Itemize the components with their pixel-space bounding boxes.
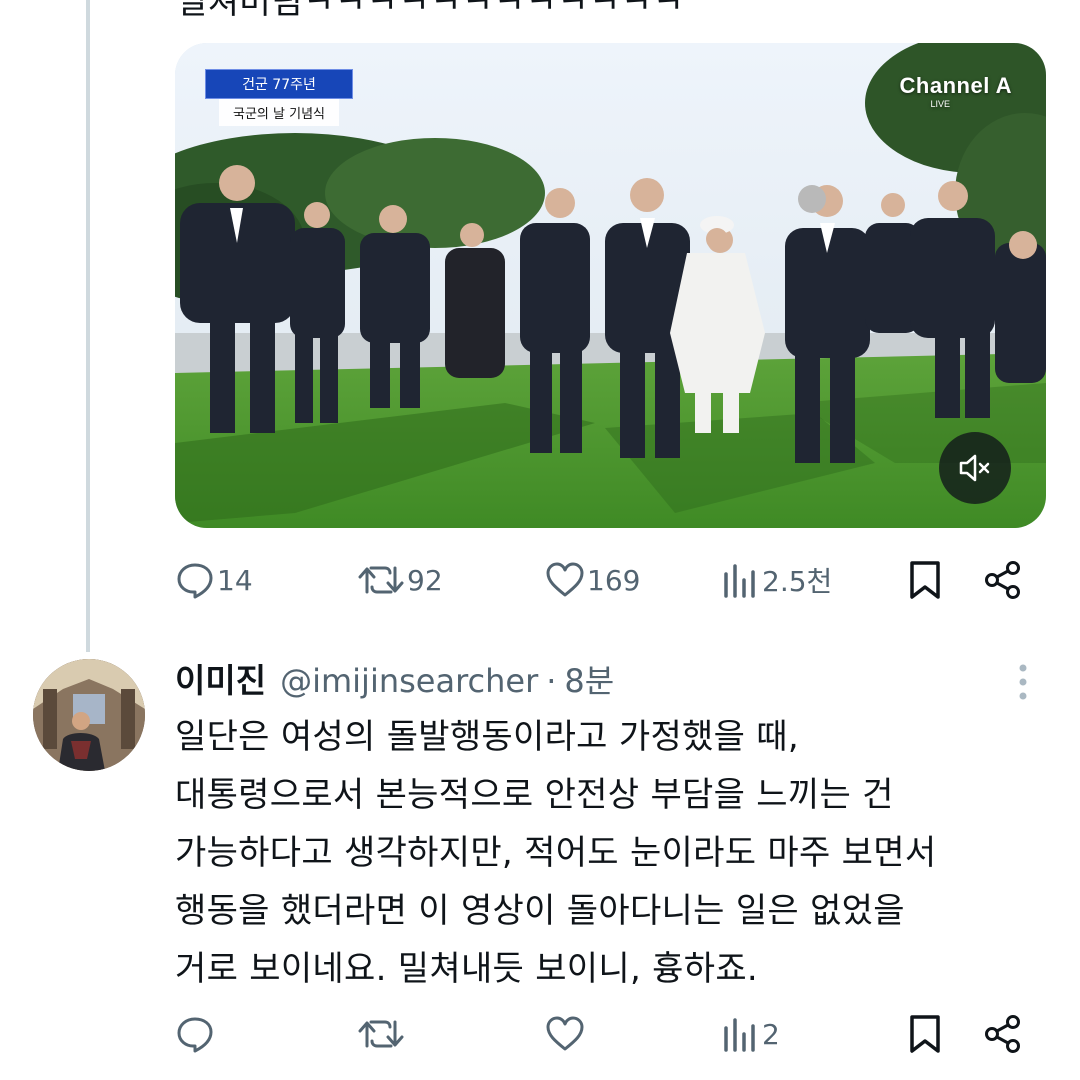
share-icon — [985, 561, 1020, 599]
news-caption-title: 건군 77주년 — [205, 69, 353, 99]
heart-icon — [546, 562, 584, 597]
like-count: 169 — [587, 563, 641, 597]
repost-button[interactable] — [357, 1010, 407, 1058]
views-button[interactable]: 2.5천 — [720, 556, 832, 604]
speaker-muted-icon — [959, 454, 990, 482]
bookmark-button[interactable] — [905, 1010, 945, 1058]
reply-tweet-header: 이미진 @imijinsearcher · 8분 — [175, 654, 614, 702]
thread-connector-line — [86, 0, 90, 652]
mute-button[interactable] — [939, 432, 1011, 504]
news-caption: 건군 77주년 국군의 날 기념식 — [205, 69, 353, 126]
user-handle[interactable]: @imijinsearcher — [280, 662, 538, 700]
bookmark-icon — [910, 1015, 940, 1053]
repost-arrows-icon — [358, 1020, 404, 1048]
bookmark-button[interactable] — [905, 556, 945, 604]
like-button[interactable]: 169 — [545, 556, 640, 604]
view-count: 2.5천 — [762, 565, 833, 598]
video-player[interactable]: 건군 77주년 국군의 날 기념식 Channel A LIVE — [175, 43, 1046, 528]
bar-chart-icon — [724, 564, 755, 598]
reply-bubble-icon — [177, 1017, 213, 1053]
channel-live-label: LIVE — [930, 99, 950, 109]
like-button[interactable] — [545, 1010, 587, 1058]
tweet-text-line: 거로 보이네요. 밀쳐내듯 보이니, 흉하죠. — [175, 949, 759, 989]
bookmark-icon — [910, 561, 940, 599]
repost-arrows-icon — [358, 566, 404, 594]
reply-bubble-icon — [177, 563, 213, 599]
more-options-button[interactable] — [1008, 660, 1038, 704]
bar-chart-icon — [724, 1018, 755, 1052]
reply-button[interactable]: 14 — [175, 556, 253, 604]
previous-tweet-actions: 14 92 169 2.5천 — [175, 556, 1045, 604]
share-icon — [985, 1015, 1020, 1053]
news-caption-subtitle: 국군의 날 기념식 — [219, 99, 339, 126]
repost-count: 92 — [407, 563, 443, 597]
views-button[interactable]: 2 — [720, 1010, 780, 1058]
share-button[interactable] — [983, 1010, 1023, 1058]
avatar-image — [33, 659, 145, 771]
more-vertical-icon — [1019, 664, 1027, 700]
reply-button[interactable] — [175, 1010, 217, 1058]
tweet-text: 일단은 여성의 돌발행동이라고 가정했을 때, 대통령으로서 본능적으로 안전상… — [175, 708, 1055, 998]
tweet-text-line: 대통령으로서 본능적으로 안전상 부담을 느끼는 건 — [175, 775, 894, 815]
view-count: 2 — [762, 1017, 780, 1051]
channel-logo: Channel A LIVE — [900, 73, 1012, 109]
reply-count: 14 — [217, 563, 253, 597]
previous-tweet-text: 밀쳐버림ㅋㅋㅋㅋㅋㅋㅋㅋㅋㅋㅋㅋ — [176, 0, 685, 22]
reply-tweet-actions: 2 — [175, 1010, 1045, 1058]
tweet-text-line: 가능하다고 생각하지만, 적어도 눈이라도 마주 보면서 — [175, 833, 937, 873]
tweet-text-line: 행동을 했더라면 이 영상이 돌아다니는 일은 없었을 — [175, 891, 905, 931]
channel-name: Channel A — [899, 73, 1012, 98]
timestamp[interactable]: 8분 — [564, 656, 614, 702]
tweet-text-line: 일단은 여성의 돌발행동이라고 가정했을 때, — [175, 717, 799, 757]
avatar[interactable] — [33, 659, 145, 771]
separator-dot: · — [546, 662, 557, 700]
heart-icon — [546, 1016, 584, 1051]
share-button[interactable] — [983, 556, 1023, 604]
display-name[interactable]: 이미진 — [175, 654, 266, 702]
repost-button[interactable]: 92 — [357, 556, 443, 604]
